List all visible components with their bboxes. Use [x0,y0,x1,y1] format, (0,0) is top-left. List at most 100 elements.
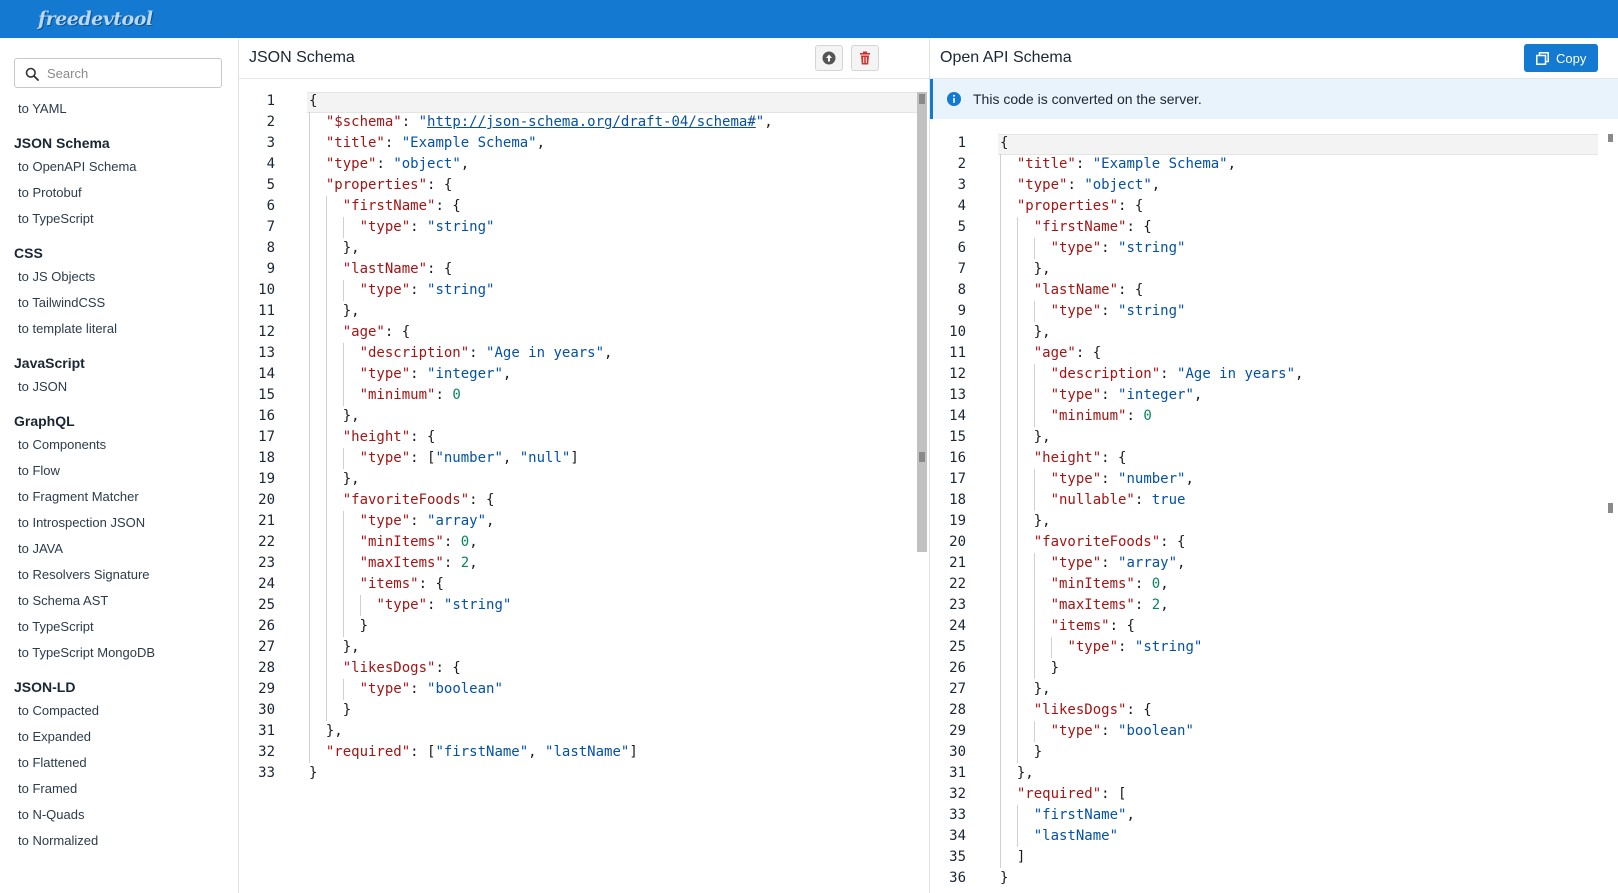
sidebar-item[interactable]: to TailwindCSS [0,290,238,316]
line-number: 4 [266,156,275,172]
code-text: }, [309,471,360,487]
line-number: 34 [949,828,966,844]
sidebar-item[interactable]: to YAML [0,96,238,122]
line-number: 25 [949,639,966,655]
code-line: 10 "type": "string" [239,280,929,301]
code-text: "type": ["number", "null"] [359,450,579,466]
code-line: 9 "type": "string" [930,301,1618,322]
code-line: 31 }, [930,763,1618,784]
code-text: } [1000,744,1043,760]
code-line: 33 "firstName", [930,805,1618,826]
code-line: 12 "age": { [239,322,929,343]
line-number: 26 [949,660,966,676]
search-input[interactable] [47,63,215,83]
sidebar-item[interactable]: to Introspection JSON [0,510,238,536]
server-info-banner: This code is converted on the server. [930,79,1618,119]
copy-button[interactable]: Copy [1524,44,1598,72]
code-text: "type": "number", [1050,471,1194,487]
sidebar-item[interactable]: to Normalized [0,828,238,854]
line-number: 17 [258,429,275,445]
scroll-marker [1608,134,1613,142]
code-line: 2 "title": "Example Schema", [930,154,1618,175]
code-text: }, [1000,681,1051,697]
sidebar-item[interactable]: to TypeScript [0,206,238,232]
sidebar-item[interactable]: to Components [0,432,238,458]
line-number: 31 [949,765,966,781]
sidebar-item[interactable]: to Fragment Matcher [0,484,238,510]
search-box[interactable] [14,58,222,88]
code-line: 21 "type": "array", [239,511,929,532]
code-text: } [1000,660,1060,676]
code-line: 24 "items": { [930,616,1618,637]
code-text: "type": "array", [1050,555,1186,571]
search-icon [25,67,39,81]
code-line: 6 "firstName": { [239,196,929,217]
code-line: 30 } [930,742,1618,763]
code-text: }, [309,639,360,655]
sidebar-item[interactable]: to template literal [0,316,238,342]
code-line: 23 "maxItems": 2, [239,553,929,574]
sidebar-item[interactable]: to JS Objects [0,264,238,290]
line-number: 15 [258,387,275,403]
code-line: 20 "favoriteFoods": { [930,532,1618,553]
code-line: 5 "properties": { [239,175,929,196]
code-line: 21 "type": "array", [930,553,1618,574]
line-number: 24 [258,576,275,592]
sidebar-item[interactable]: to Schema AST [0,588,238,614]
code-text: "type": "string" [359,282,495,298]
code-line: 34 "lastName" [930,826,1618,847]
sidebar-item[interactable]: to JAVA [0,536,238,562]
code-text: "properties": { [325,177,453,193]
code-text: "required": ["firstName", "lastName"] [325,744,638,760]
line-number: 14 [258,366,275,382]
line-number: 32 [258,744,275,760]
sidebar-item[interactable]: to Flattened [0,750,238,776]
code-text: "items": { [1050,618,1135,634]
code-text: "firstName", [1033,807,1135,823]
sidebar-item[interactable]: to Compacted [0,698,238,724]
line-number: 35 [949,849,966,865]
sidebar-item[interactable]: to TypeScript [0,614,238,640]
line-number: 30 [258,702,275,718]
sidebar-item[interactable]: to Protobuf [0,180,238,206]
line-number: 29 [258,681,275,697]
sidebar-item[interactable]: to Flow [0,458,238,484]
openapi-pane: Open API Schema Copy This code is conver… [930,38,1618,893]
sidebar-item[interactable]: to Resolvers Signature [0,562,238,588]
code-line: 25 "type": "string" [930,637,1618,658]
editor-scrollbar[interactable] [917,92,927,552]
code-text: "height": { [1033,450,1127,466]
code-line: 15 }, [930,427,1618,448]
code-text: { [309,93,318,109]
upload-button[interactable] [815,45,843,71]
code-line: 7 }, [930,259,1618,280]
code-text: } [309,765,318,781]
json-schema-editor[interactable]: 1{2 "$schema": "http://json-schema.org/d… [239,91,929,784]
scroll-marker [919,94,925,104]
sidebar-item[interactable]: to OpenAPI Schema [0,154,238,180]
code-text: "type": "boolean" [359,681,503,697]
code-text: }, [309,240,360,256]
sidebar-item[interactable]: to Expanded [0,724,238,750]
nav-section-heading: GraphQL [14,413,75,429]
scroll-marker [919,452,925,462]
code-line: 28 "likesDogs": { [930,700,1618,721]
delete-button[interactable] [851,45,879,71]
openapi-editor[interactable]: 1{2 "title": "Example Schema", 3 "type": … [930,133,1618,889]
sidebar-item[interactable]: to TypeScript MongoDB [0,640,238,666]
code-line: 30 } [239,700,929,721]
line-number: 5 [266,177,275,193]
code-text: "type": "object", [325,156,470,172]
code-text: }, [1000,429,1051,445]
line-number: 27 [949,681,966,697]
code-line: 18 "type": ["number", "null"] [239,448,929,469]
code-text: "lastName" [1033,828,1119,844]
sidebar-item[interactable]: to N-Quads [0,802,238,828]
sidebar-item[interactable]: to JSON [0,374,238,400]
code-text: "minItems": 0, [1050,576,1169,592]
line-number: 9 [957,303,966,319]
app-logo[interactable]: freedevtool [38,8,153,30]
sidebar-item[interactable]: to Framed [0,776,238,802]
line-number: 23 [949,597,966,613]
line-number: 20 [258,492,275,508]
